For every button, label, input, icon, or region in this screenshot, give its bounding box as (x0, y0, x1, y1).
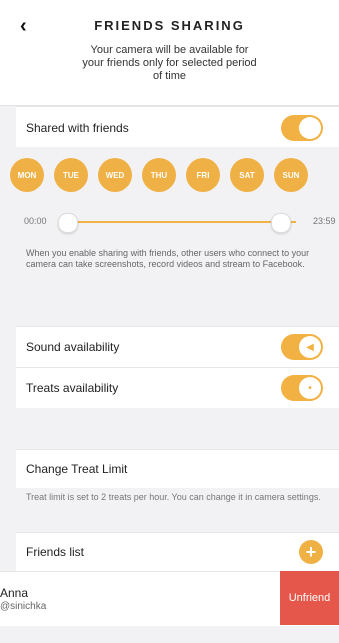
time-range-slider: 00:00 23:59 (16, 205, 339, 237)
day-thu[interactable]: THU (142, 158, 176, 192)
sound-availability-row: Sound availability ◀ (16, 326, 339, 367)
friends-list-row: Friends list + (16, 532, 339, 571)
sound-availability-toggle[interactable]: ◀ (281, 334, 323, 360)
treat-limit-info-text: Treat limit is set to 2 treats per hour.… (26, 492, 321, 502)
bone-icon: • (299, 377, 321, 399)
time-end: 23:59 (313, 216, 336, 226)
shared-with-friends-row: Shared with friends (16, 106, 339, 148)
shared-with-friends-label: Shared with friends (26, 120, 129, 135)
time-start: 00:00 (24, 216, 47, 226)
speaker-icon: ◀ (299, 336, 321, 358)
unfriend-button[interactable]: Unfriend (280, 571, 339, 625)
day-mon[interactable]: MON (10, 158, 44, 192)
back-icon[interactable]: ‹ (20, 14, 40, 38)
change-treat-limit-row[interactable]: Change Treat Limit (16, 449, 339, 488)
friend-name: Anna (0, 586, 29, 600)
time-track[interactable] (74, 221, 296, 223)
friends-list-label: Friends list (26, 545, 85, 559)
sound-availability-label: Sound availability (26, 340, 120, 354)
page-title: FRIENDS SHARING (94, 18, 245, 33)
day-wed[interactable]: WED (98, 158, 132, 192)
add-friend-icon[interactable]: + (299, 540, 323, 564)
treats-availability-label: Treats availability (26, 381, 119, 395)
day-picker: MON TUE WED THU FRI SAT SUN (10, 158, 308, 192)
treats-availability-row: Treats availability • (16, 367, 339, 408)
day-tue[interactable]: TUE (54, 158, 88, 192)
start-handle[interactable] (58, 213, 78, 233)
day-sun[interactable]: SUN (274, 158, 308, 192)
day-fri[interactable]: FRI (186, 158, 220, 192)
sharing-info-text: When you enable sharing with friends, ot… (26, 248, 310, 269)
day-sat[interactable]: SAT (230, 158, 264, 192)
shared-with-friends-toggle[interactable] (281, 114, 323, 141)
end-handle[interactable] (271, 213, 291, 233)
toggle-knob (299, 116, 321, 139)
treats-availability-toggle[interactable]: • (281, 375, 323, 401)
friend-handle: @sinichka (0, 601, 47, 612)
page-subtitle: Your camera will be available for your f… (82, 44, 257, 82)
change-treat-limit-label: Change Treat Limit (26, 462, 128, 476)
header: ‹ FRIENDS SHARING Your camera will be av… (0, 0, 339, 106)
